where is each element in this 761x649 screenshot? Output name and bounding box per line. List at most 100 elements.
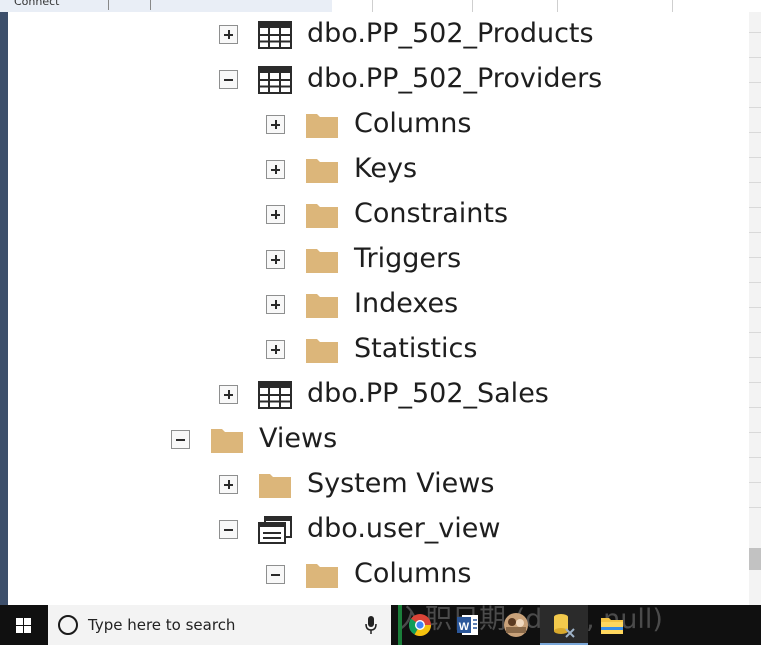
grid-cell	[672, 0, 673, 12]
scrollbar-thumb[interactable]	[749, 548, 761, 570]
tree-node-label: Columns	[354, 558, 472, 589]
tree-node-system-views[interactable]: System Views	[8, 465, 749, 505]
tree-node-label: dbo.user_view	[307, 513, 501, 544]
tree-node-constraints[interactable]: Constraints	[8, 195, 749, 235]
grid-line	[749, 232, 761, 233]
microphone-icon[interactable]	[364, 615, 378, 635]
toolbar-separator	[108, 0, 109, 10]
expand-icon[interactable]	[266, 340, 285, 359]
connect-label[interactable]: Connect	[14, 0, 59, 8]
windows-taskbar: Type here to search 入职日期 (date, null) W	[0, 605, 761, 645]
expand-icon[interactable]	[219, 25, 238, 44]
tree-node-label: Views	[259, 423, 338, 454]
expand-icon[interactable]	[266, 295, 285, 314]
tree-node-table-products[interactable]: dbo.PP_502_Products	[8, 15, 749, 55]
collapse-icon[interactable]	[219, 70, 238, 89]
chrome-icon	[408, 614, 431, 636]
expand-icon[interactable]	[266, 250, 285, 269]
tree-node-label: dbo.PP_502_Products	[307, 18, 594, 49]
grid-line	[749, 332, 761, 333]
grid-line	[749, 382, 761, 383]
grid-line	[749, 307, 761, 308]
grid-line	[749, 432, 761, 433]
database-tool-icon	[554, 614, 575, 638]
folder-icon	[306, 204, 338, 228]
grid-cell	[372, 0, 373, 12]
taskbar-chrome[interactable]	[396, 605, 444, 645]
table-icon	[258, 66, 292, 94]
expand-icon[interactable]	[266, 115, 285, 134]
svg-text:W: W	[459, 621, 470, 633]
tree-node-view-columns[interactable]: Columns	[8, 555, 749, 595]
tree-node-indexes[interactable]: Indexes	[8, 285, 749, 325]
search-placeholder: Type here to search	[88, 616, 236, 634]
taskbar-database-tool[interactable]	[540, 605, 588, 645]
tree-node-label: System Views	[307, 468, 495, 499]
folder-icon	[306, 114, 338, 138]
folder-icon	[306, 339, 338, 363]
grid-line	[749, 357, 761, 358]
expand-icon[interactable]	[266, 160, 285, 179]
object-explorer-tree: dbo.PP_502_Products dbo.PP_502_Providers…	[8, 12, 749, 605]
expand-icon[interactable]	[219, 385, 238, 404]
collapse-icon[interactable]	[219, 520, 238, 539]
grid-line	[749, 182, 761, 183]
folder-icon	[211, 429, 243, 453]
table-icon	[258, 381, 292, 409]
tree-node-triggers[interactable]: Triggers	[8, 240, 749, 280]
folder-icon	[306, 249, 338, 273]
collapse-icon[interactable]	[171, 430, 190, 449]
tree-node-user-view[interactable]: dbo.user_view	[8, 510, 749, 550]
toolbar-separator	[150, 0, 151, 10]
grid-line	[749, 482, 761, 483]
grid-line	[749, 57, 761, 58]
taskbar-photo-app[interactable]	[492, 605, 540, 645]
taskbar-word[interactable]: W	[444, 605, 492, 645]
tree-node-table-sales[interactable]: dbo.PP_502_Sales	[8, 375, 749, 415]
tree-node-table-providers[interactable]: dbo.PP_502_Providers	[8, 60, 749, 100]
tree-node-keys[interactable]: Keys	[8, 150, 749, 190]
tree-node-label: Statistics	[354, 333, 478, 364]
tree-node-label: dbo.PP_502_Sales	[307, 378, 549, 409]
grid-line	[749, 157, 761, 158]
expand-icon[interactable]	[266, 205, 285, 224]
grid-line	[749, 207, 761, 208]
folder-icon	[306, 564, 338, 588]
grid-line	[749, 32, 761, 33]
taskbar-search-box[interactable]: Type here to search	[48, 605, 391, 645]
search-icon	[58, 615, 78, 635]
object-explorer-edge	[0, 12, 8, 605]
taskbar-file-explorer[interactable]	[588, 605, 636, 645]
file-explorer-icon	[601, 618, 623, 634]
windows-logo-icon	[16, 618, 31, 633]
tree-node-label: Indexes	[354, 288, 459, 319]
photo-app-icon	[504, 613, 528, 637]
start-button[interactable]	[0, 605, 48, 645]
folder-icon	[306, 294, 338, 318]
tree-node-columns[interactable]: Columns	[8, 105, 749, 145]
grid-line	[749, 507, 761, 508]
tree-node-views[interactable]: Views	[8, 420, 749, 460]
tree-node-label: Keys	[354, 153, 418, 184]
grid-line	[749, 107, 761, 108]
tree-node-label: dbo.PP_502_Providers	[307, 63, 603, 94]
word-icon: W	[457, 615, 478, 635]
grid-cell	[472, 0, 473, 12]
view-icon	[258, 516, 292, 544]
grid-line	[749, 282, 761, 283]
tree-node-label: Triggers	[354, 243, 462, 274]
folder-icon	[259, 474, 291, 498]
tree-node-label: Columns	[354, 108, 472, 139]
grid-line	[749, 407, 761, 408]
grid-line	[749, 257, 761, 258]
results-grid-edge	[749, 12, 761, 605]
table-icon	[258, 21, 292, 49]
grid-line	[749, 457, 761, 458]
tree-node-label: Constraints	[354, 198, 509, 229]
collapse-icon[interactable]	[266, 565, 285, 584]
tree-node-statistics[interactable]: Statistics	[8, 330, 749, 370]
folder-icon	[306, 159, 338, 183]
expand-icon[interactable]	[219, 475, 238, 494]
grid-line	[749, 82, 761, 83]
grid-cell	[557, 0, 558, 12]
